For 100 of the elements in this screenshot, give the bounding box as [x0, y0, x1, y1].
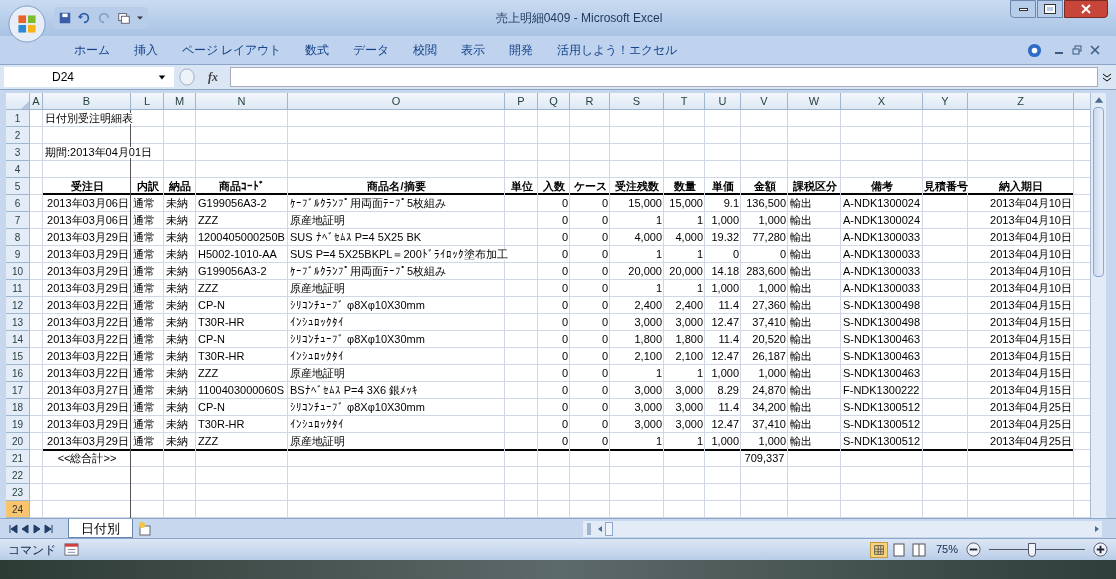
column-header[interactable]: U [705, 93, 741, 109]
row-header[interactable]: 12 [6, 297, 30, 314]
minimize-button[interactable] [1010, 0, 1036, 18]
column-header[interactable]: N [196, 93, 288, 109]
column-header[interactable]: P [505, 93, 538, 109]
expand-icon[interactable] [1102, 71, 1112, 83]
row-header[interactable]: 22 [6, 467, 30, 484]
table-cell: 2013年03月06日 [47, 197, 129, 209]
window-switch-icon[interactable] [116, 11, 132, 25]
table-cell: 0 [601, 248, 608, 260]
window-title: 売上明細0409 - Microsoft Excel [495, 10, 663, 27]
page-break-view-icon[interactable] [909, 541, 928, 558]
row-header[interactable]: 23 [6, 484, 30, 501]
column-header[interactable]: O [288, 93, 505, 109]
table-cell: 通常 [133, 384, 155, 396]
zoom-level[interactable]: 75% [935, 541, 958, 558]
row-header[interactable]: 9 [6, 246, 30, 263]
row-header[interactable]: 15 [6, 348, 30, 365]
column-header[interactable]: V [741, 93, 788, 109]
horizontal-scrollbar[interactable] [583, 520, 1102, 537]
ribbon-tab[interactable]: 校閲 [401, 39, 450, 61]
table-cell: 通常 [133, 282, 155, 294]
table-cell: 輸出 [790, 418, 812, 430]
table-cell: F-NDK1300222 [843, 384, 920, 396]
scroll-thumb[interactable] [605, 521, 613, 536]
formula-input-field[interactable] [230, 67, 1098, 87]
table-cell: 1,000 [711, 435, 739, 447]
zoom-slider-thumb[interactable] [1028, 542, 1037, 557]
ribbon-tab[interactable]: 開発 [497, 39, 546, 61]
table-cell: A-NDK1300033 [843, 231, 921, 243]
ribbon-tab[interactable]: データ [341, 39, 402, 61]
column-header[interactable]: Q [538, 93, 570, 109]
row-header[interactable]: 21 [6, 450, 30, 467]
insert-sheet-icon[interactable] [137, 520, 153, 537]
table-cell: 未納 [166, 214, 188, 226]
vertical-scrollbar[interactable] [1090, 93, 1106, 518]
column-header[interactable]: L [131, 93, 164, 109]
row-header[interactable]: 16 [6, 365, 30, 382]
row-header[interactable]: 6 [6, 195, 30, 212]
row-header[interactable]: 11 [6, 280, 30, 297]
table-cell: 24,870 [752, 384, 786, 396]
save-icon[interactable] [58, 11, 72, 25]
insert-function-button[interactable]: fx [200, 68, 226, 86]
table-cell: 1 [696, 435, 703, 447]
ribbon-tab[interactable]: 数式 [293, 39, 342, 61]
column-header[interactable]: S [610, 93, 664, 109]
row-header[interactable]: 3 [6, 144, 30, 161]
table-cell: S-NDK1300512 [843, 435, 921, 447]
help-icon[interactable] [1027, 42, 1042, 58]
row-header[interactable]: 7 [6, 212, 30, 229]
divider-handle-icon[interactable] [178, 68, 196, 86]
maximize-button[interactable] [1037, 0, 1063, 18]
column-header[interactable]: Y [923, 93, 968, 109]
row-header[interactable]: 14 [6, 331, 30, 348]
split-handle[interactable] [587, 522, 591, 535]
ribbon-tab[interactable]: ホーム [62, 39, 122, 61]
row-header[interactable]: 1 [6, 110, 30, 127]
table-cell: 2013年04月25日 [990, 401, 1072, 413]
sheet-tab[interactable]: 日付別 [68, 519, 133, 538]
row-header[interactable]: 5 [6, 178, 30, 195]
ribbon-tab[interactable]: 活用しよう！エクセル [545, 39, 690, 61]
column-header[interactable]: W [788, 93, 841, 109]
normal-view-icon[interactable] [869, 541, 888, 558]
row-header[interactable]: 10 [6, 263, 30, 280]
column-header[interactable]: T [664, 93, 705, 109]
row-header[interactable]: 18 [6, 399, 30, 416]
table-cell: 2013年04月10日 [990, 248, 1072, 260]
table-cell: 12.47 [711, 418, 739, 430]
scroll-thumb[interactable] [1093, 107, 1104, 277]
row-header[interactable]: 20 [6, 433, 30, 450]
zoom-out-icon[interactable] [966, 542, 981, 557]
row-header[interactable]: 19 [6, 416, 30, 433]
column-header[interactable]: A [30, 93, 43, 109]
column-header[interactable]: Z [968, 93, 1074, 109]
table-cell: 0 [561, 350, 568, 362]
row-header[interactable]: 24 [6, 501, 30, 518]
table-cell: 0 [561, 265, 568, 277]
close-button[interactable] [1064, 0, 1108, 18]
column-header[interactable]: R [570, 93, 610, 109]
ribbon-tab[interactable]: 挿入 [122, 39, 170, 61]
restore-icon[interactable] [1072, 45, 1082, 55]
table-cell: 37,410 [752, 418, 786, 430]
ribbon-tab[interactable]: ページ レイアウト [170, 39, 294, 61]
row-header[interactable]: 2 [6, 127, 30, 144]
row-header[interactable]: 17 [6, 382, 30, 399]
caret-icon[interactable] [136, 14, 144, 22]
name-box[interactable]: D24 [4, 67, 174, 87]
table-cell: 2013年03月22日 [47, 316, 129, 328]
column-header[interactable]: B [43, 93, 131, 109]
macro-record-icon[interactable] [64, 542, 79, 557]
ribbon-tab[interactable]: 表示 [449, 39, 498, 61]
undo-icon[interactable] [76, 11, 92, 25]
zoom-in-icon[interactable] [1093, 542, 1108, 557]
row-header[interactable]: 4 [6, 161, 30, 178]
row-header[interactable]: 8 [6, 229, 30, 246]
column-header[interactable]: M [164, 93, 196, 109]
column-header[interactable]: X [841, 93, 923, 109]
close-icon[interactable] [1090, 45, 1100, 55]
row-header[interactable]: 13 [6, 314, 30, 331]
table-cell: 輸出 [790, 367, 812, 379]
